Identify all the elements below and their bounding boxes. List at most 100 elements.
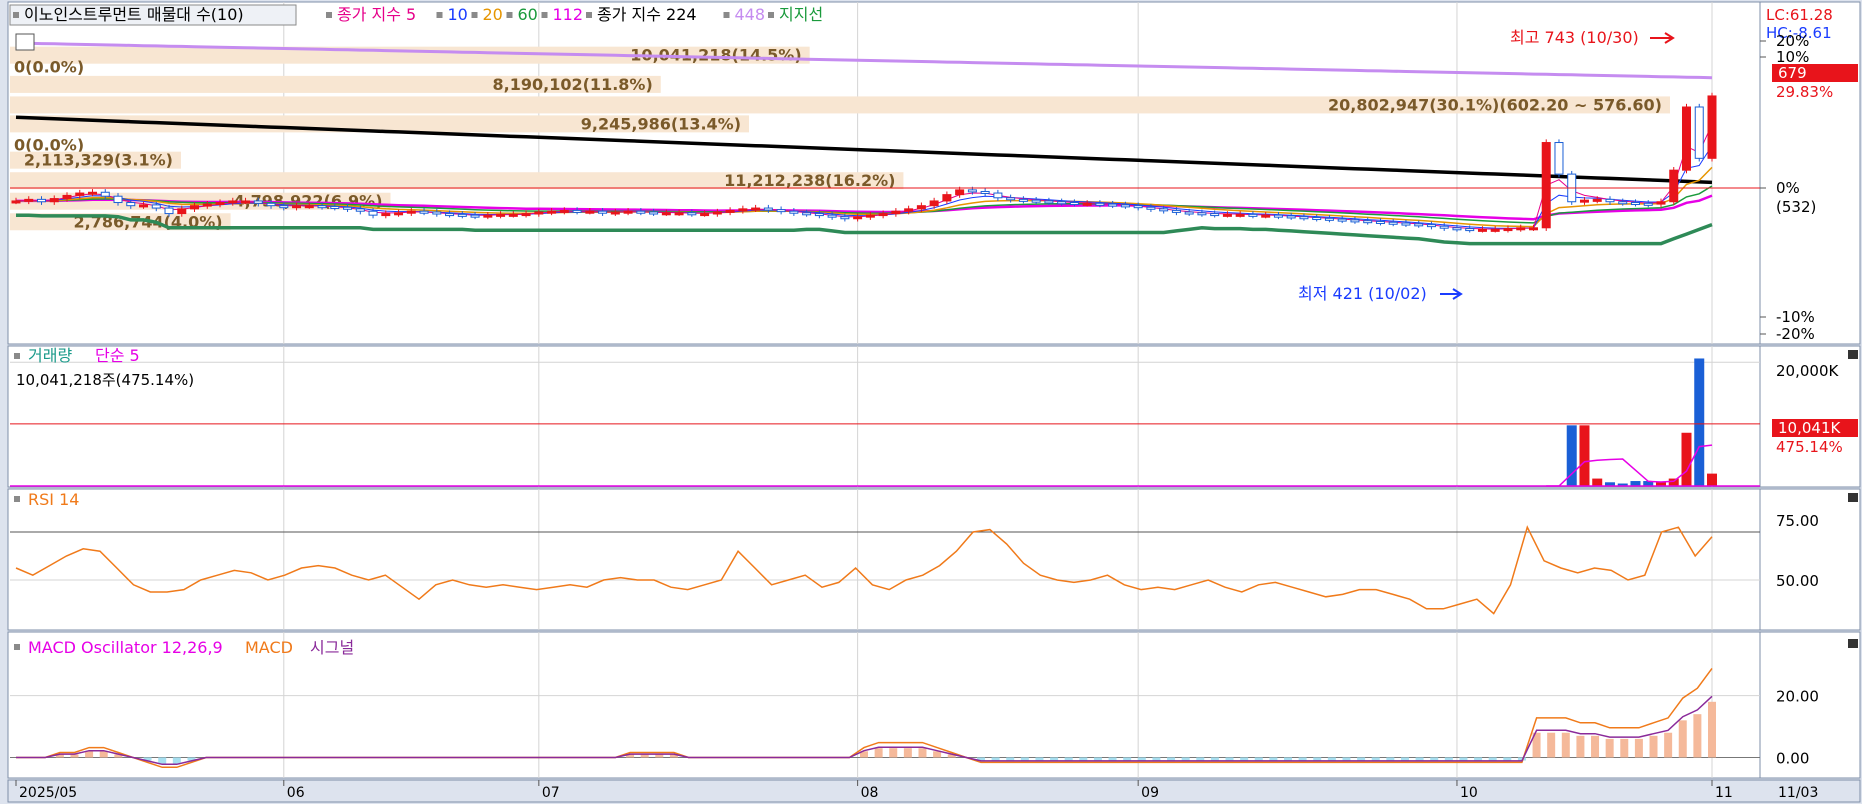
macd-oscillator-bar (874, 748, 883, 758)
macd-oscillator-bar (1006, 757, 1015, 761)
candle-body (942, 194, 952, 202)
macd-oscillator-bar (1386, 757, 1395, 761)
candle-body (1159, 208, 1169, 212)
candle-body (751, 207, 761, 211)
macd-oscillator-bar (1415, 757, 1424, 761)
candle-body (1618, 201, 1628, 205)
macd-label: MACD (245, 638, 293, 657)
macd-oscillator-bar (1649, 735, 1658, 758)
candle-body (381, 213, 391, 217)
candle-body (483, 214, 493, 218)
candle-body (292, 205, 302, 209)
candle-body (980, 190, 990, 194)
candle-body (1095, 202, 1105, 206)
candle-body (1592, 198, 1602, 202)
legend-square-icon (436, 12, 443, 18)
candle-body (1273, 214, 1283, 218)
macd-oscillator-bar (85, 751, 94, 758)
macd-oscillator-bar (1503, 757, 1512, 761)
candle-body (445, 213, 455, 217)
candle-body (1018, 198, 1028, 202)
pct-axis-label: -20% (1776, 325, 1815, 343)
rsi-axis-frame (1759, 488, 1861, 631)
candle-body (878, 213, 888, 217)
volume-bar (1668, 478, 1679, 486)
collapse-panel-button[interactable] (1848, 350, 1858, 359)
candle-body (406, 210, 416, 214)
chart-window: 10,041,218(14.5%) 0(0.0%) 8,190,102(11.8%)… (0, 0, 1862, 804)
candle-body (266, 202, 276, 207)
candle-body (1312, 217, 1322, 221)
candle-body (674, 212, 684, 216)
candle-body (1337, 218, 1347, 222)
x-tick-label: 11 (1715, 785, 1733, 801)
candle-body (113, 195, 123, 204)
candle-body (1350, 219, 1360, 223)
candle-body (1707, 95, 1717, 159)
candle-body (1528, 227, 1538, 231)
candle-body (1006, 197, 1016, 201)
candle-body (317, 205, 327, 209)
volume-profile-label: 2,113,329(3.1%) (24, 151, 173, 170)
candle-body (355, 208, 365, 212)
macd-oscillator-bar (1430, 757, 1439, 761)
candle-body (1630, 202, 1640, 206)
candle-body (547, 210, 557, 214)
candle-body (1363, 220, 1373, 224)
candle-body (967, 189, 977, 193)
volume-info: 10,041,218주(475.14%) (16, 371, 194, 389)
macd-oscillator-bar (1459, 757, 1468, 761)
rsi-axis-label: 75.00 (1776, 512, 1819, 530)
candle-body (1120, 204, 1130, 208)
candle-body (1503, 228, 1513, 232)
candle-body (955, 189, 965, 196)
volume-bar (1694, 358, 1705, 486)
macd-oscillator-bar (1634, 738, 1643, 758)
x-tick-label: 2025/05 (19, 785, 77, 801)
candle-body (215, 202, 225, 206)
candle-body (457, 213, 467, 217)
collapse-panel-button[interactable] (1848, 493, 1858, 502)
candle-body (151, 204, 161, 209)
macd-oscillator-bar (933, 751, 942, 758)
pct-axis-label: 0% (1776, 179, 1800, 197)
candle-body (559, 209, 569, 213)
candle-body (139, 204, 149, 208)
x-tick-label: 10 (1460, 785, 1478, 801)
macd-oscillator-bar (1167, 757, 1176, 761)
macd-oscillator-bar (1284, 757, 1292, 761)
volume-title: 거래량 (28, 346, 72, 365)
macd-title: MACD Oscillator 12,26,9 (28, 638, 223, 657)
price-header-item: 종가 지수 5 (337, 5, 416, 24)
vol-panel-frame (7, 345, 1761, 488)
pct-axis-label: -10% (1776, 308, 1815, 326)
macd-oscillator-bar (1605, 738, 1614, 758)
candle-body (1669, 169, 1679, 203)
macd-oscillator-bar (1371, 757, 1380, 761)
macd-oscillator-bar (1561, 732, 1570, 758)
macd-oscillator-bar (1444, 757, 1453, 761)
candle-body (840, 216, 850, 220)
macd-oscillator-bar (1591, 735, 1600, 758)
candle-body (853, 216, 863, 220)
candle-body (929, 200, 939, 207)
x-tick-label: 08 (861, 785, 879, 801)
candle-body (700, 213, 710, 217)
high-price-label: 최고 743 (10/30) (1510, 28, 1639, 47)
grid-table-icon (15, 33, 35, 51)
candle-body (649, 211, 659, 215)
candle-body (1210, 213, 1220, 217)
candle-body (279, 205, 289, 209)
candle-body (1694, 106, 1704, 159)
candle-body (585, 210, 595, 214)
candle-body (1044, 200, 1054, 204)
candle-body (432, 211, 442, 215)
candle-body (1388, 221, 1398, 225)
price-header-item: 20 (483, 5, 503, 24)
candle-body (572, 209, 582, 213)
candle-body (1184, 211, 1194, 215)
collapse-panel-button[interactable] (1848, 639, 1858, 648)
candle-body (1222, 213, 1232, 217)
candle-body (1643, 202, 1653, 206)
candle-body (100, 191, 110, 197)
